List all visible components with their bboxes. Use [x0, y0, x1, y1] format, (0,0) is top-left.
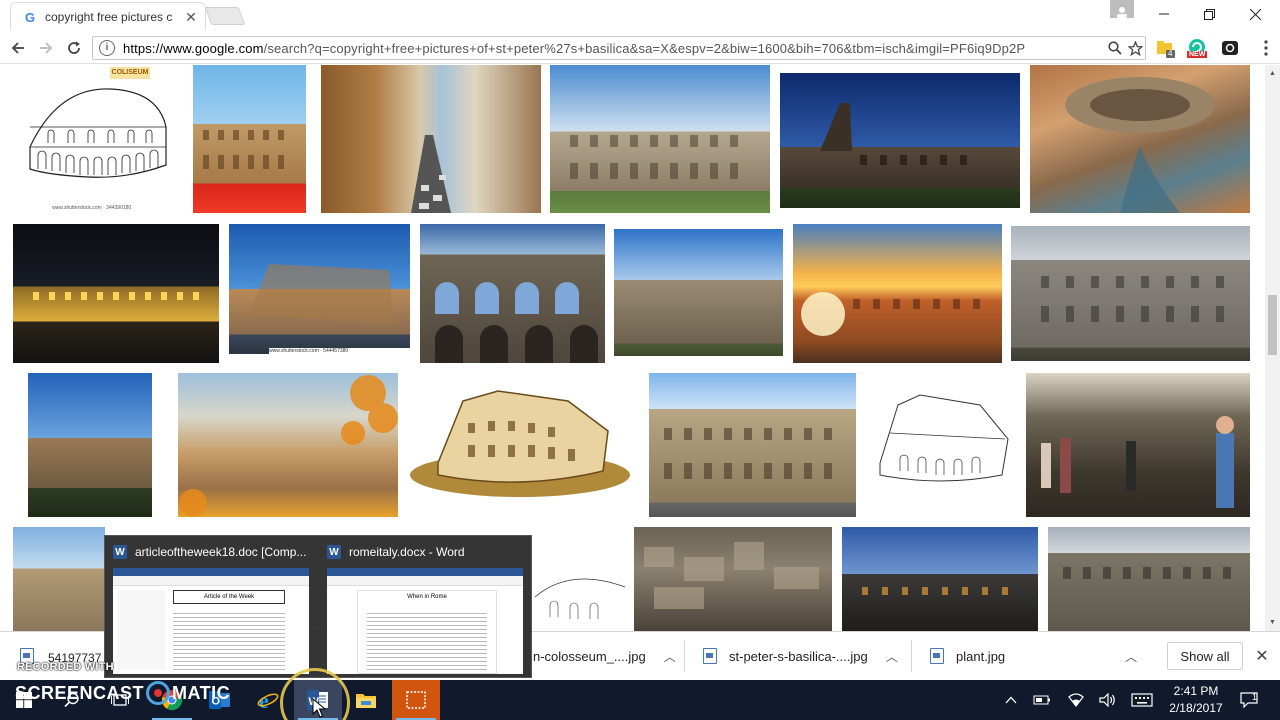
clock-date: 2/18/2017: [1169, 701, 1223, 715]
taskbar-preview-popup: W articleoftheweek18.doc [Comp... Articl…: [104, 535, 532, 678]
image-caption: www.shutterstock.com · 544457380: [269, 348, 410, 354]
site-info-icon[interactable]: i: [99, 40, 115, 56]
window-preview[interactable]: W romeitaly.docx - Word When in Rome: [319, 536, 531, 679]
tab-title: copyright free pictures c: [45, 9, 173, 24]
word-icon: W: [327, 545, 341, 559]
word-icon: W: [113, 545, 127, 559]
window-preview-title: W articleoftheweek18.doc [Comp...: [113, 544, 306, 560]
chevron-up-icon[interactable]: ︿: [664, 648, 676, 665]
extension-new-badge: NEW: [1187, 51, 1208, 58]
image-result[interactable]: COLISEUM www.shutterstock.com · 34439018…: [18, 65, 178, 215]
download-item[interactable]: n-colosseum_....jpg ︿: [533, 632, 676, 680]
address-url: https://www.google.com/search?q=copyrigh…: [123, 40, 1026, 56]
notification-count-badge: 1: [1252, 692, 1258, 702]
image-caption: www.shutterstock.com · 344390180: [52, 205, 132, 211]
extension-count-badge: 4: [1168, 49, 1173, 58]
image-result[interactable]: [780, 73, 1020, 208]
download-filename: st-peter-s-basilica-....jpg: [729, 648, 868, 664]
tab-strip: G copyright free pictures c ✕: [0, 0, 1280, 32]
reload-icon[interactable]: [63, 37, 85, 59]
forward-arrow-icon[interactable]: [35, 37, 57, 59]
browser-tab[interactable]: G copyright free pictures c ✕: [10, 2, 206, 30]
scroll-down-arrow-icon[interactable]: ▼: [1268, 618, 1277, 627]
action-center-icon[interactable]: 1: [1236, 680, 1262, 720]
svg-text:G: G: [25, 10, 35, 24]
image-result[interactable]: [1048, 527, 1250, 631]
image-overlay-text: COLISEUM: [111, 69, 149, 76]
snipping-tool-icon[interactable]: [392, 680, 440, 720]
file-icon: [930, 648, 944, 664]
scroll-up-arrow-icon[interactable]: ▲: [1268, 69, 1277, 78]
download-item[interactable]: plant.jpg ︿: [930, 632, 1137, 680]
image-result[interactable]: [13, 224, 219, 363]
divider: [684, 640, 685, 672]
extension-grammar-icon[interactable]: NEW: [1187, 38, 1208, 58]
scrollbar-thumb[interactable]: [1268, 295, 1277, 355]
image-result[interactable]: www.shutterstock.com · 544457380: [229, 224, 410, 354]
page-scrollbar[interactable]: ▲ ▼: [1265, 65, 1280, 631]
image-result[interactable]: [193, 65, 306, 213]
image-result[interactable]: [793, 224, 1002, 363]
window-preview[interactable]: W articleoftheweek18.doc [Comp... Articl…: [105, 536, 317, 679]
image-result[interactable]: [1026, 373, 1250, 517]
system-clock[interactable]: 2:41 PM 2/18/2017: [1164, 683, 1228, 717]
image-result[interactable]: [530, 527, 630, 631]
image-result[interactable]: [420, 224, 605, 363]
image-result[interactable]: [1011, 226, 1250, 361]
document-thumbnail: Article of the Week: [113, 568, 309, 674]
screen: G copyright free pictures c ✕ i https://…: [0, 0, 1280, 720]
new-tab-button[interactable]: [204, 7, 246, 25]
document-heading: Article of the Week: [173, 590, 285, 604]
show-all-downloads-button[interactable]: Show all: [1167, 642, 1243, 670]
back-arrow-icon[interactable]: [7, 37, 29, 59]
watermark-recorded-with: RECORDED WITH: [17, 661, 114, 673]
restore-icon[interactable]: [1186, 0, 1232, 28]
chevron-up-icon[interactable]: ︿: [886, 648, 898, 665]
image-result[interactable]: [178, 373, 398, 517]
record-logo-icon: [146, 681, 171, 705]
image-result[interactable]: [13, 527, 105, 631]
battery-icon[interactable]: [1030, 680, 1054, 720]
chrome-menu-icon[interactable]: [1256, 38, 1276, 58]
clock-time: 2:41 PM: [1173, 684, 1219, 698]
image-result[interactable]: [614, 229, 783, 356]
image-result[interactable]: [1030, 65, 1250, 213]
show-hidden-icons-chevron-icon[interactable]: [1000, 680, 1022, 720]
google-g-icon: G: [23, 9, 39, 25]
extension-screencast-icon[interactable]: [1220, 38, 1240, 58]
close-downloads-icon[interactable]: ✕: [1254, 646, 1270, 666]
image-result[interactable]: [870, 383, 1015, 501]
window-preview-title: W romeitaly.docx - Word: [327, 544, 465, 560]
bookmark-star-icon[interactable]: [1125, 38, 1145, 58]
wifi-icon[interactable]: [1064, 680, 1088, 720]
image-result[interactable]: [321, 65, 541, 213]
profile-avatar-icon[interactable]: [1110, 0, 1134, 18]
tab-close-icon[interactable]: ✕: [183, 9, 199, 25]
download-filename: plant.jpg: [956, 648, 1006, 664]
document-heading: When in Rome: [407, 594, 447, 600]
window-close-icon[interactable]: [1232, 0, 1278, 28]
divider: [911, 640, 912, 672]
image-result[interactable]: [550, 65, 770, 213]
minimize-icon[interactable]: [1141, 0, 1187, 28]
download-filename: n-colosseum_....jpg: [533, 648, 646, 664]
volume-icon[interactable]: [1096, 680, 1120, 720]
download-item[interactable]: st-peter-s-basilica-....jpg ︿: [703, 632, 898, 680]
image-result[interactable]: [408, 383, 633, 501]
chevron-up-icon[interactable]: ︿: [1125, 648, 1137, 665]
mouse-cursor-icon: [312, 697, 327, 720]
keyboard-icon[interactable]: [1128, 680, 1156, 720]
document-thumbnail: When in Rome: [327, 568, 523, 674]
image-result[interactable]: [634, 527, 832, 631]
extension-folder-icon[interactable]: 4: [1156, 38, 1176, 58]
file-icon: [703, 648, 717, 664]
image-result[interactable]: [649, 373, 856, 517]
address-bar[interactable]: i https://www.google.com/search?q=copyri…: [92, 36, 1146, 60]
image-result[interactable]: [28, 373, 152, 517]
image-result[interactable]: [842, 527, 1038, 631]
browser-toolbar: i https://www.google.com/search?q=copyri…: [0, 32, 1280, 64]
search-icon[interactable]: [1105, 38, 1125, 58]
screencast-o-matic-logo: SCREENCAST MATIC: [15, 681, 230, 705]
